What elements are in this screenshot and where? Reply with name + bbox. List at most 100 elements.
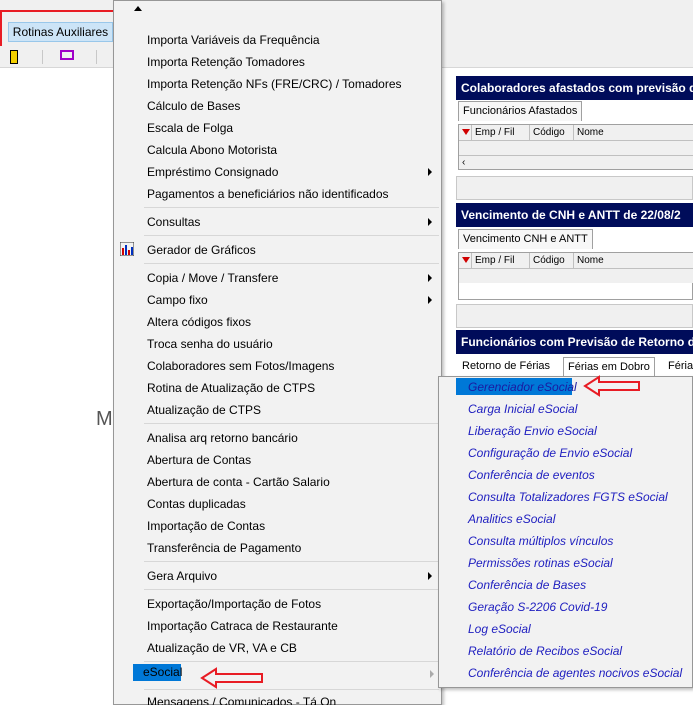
menu-item-importa-variaveis[interactable]: Importa Variáveis da Frequência xyxy=(114,29,441,51)
tab-funcionarios-afastados[interactable]: Funcionários Afastados xyxy=(458,101,583,121)
annotation-arrow-icon xyxy=(200,667,263,689)
submenu-item-gerenciador-esocial[interactable]: Gerenciador eSocial xyxy=(468,376,577,398)
menu-item-label: Importação de Contas xyxy=(147,519,266,533)
menu-item-label: Troca senha do usuário xyxy=(147,337,273,351)
submenu-item-configuracao-envio[interactable]: Configuração de Envio eSocial xyxy=(468,442,632,464)
panel-title-cnh: Vencimento de CNH e ANTT de 22/08/2 xyxy=(456,203,693,227)
menu-item-copia-move-transfere[interactable]: Copia / Move / Transfere xyxy=(114,267,441,289)
horizontal-scrollbar[interactable]: ‹ xyxy=(459,155,693,169)
menu-item-label: Escala de Folga xyxy=(147,121,234,135)
submenu-item-analitics[interactable]: Analitics eSocial xyxy=(468,508,555,530)
menu-item-mensagens-comunicados[interactable]: Mensagens / Comunicados - Tá On xyxy=(114,691,441,705)
submenu-item-consulta-totalizadores[interactable]: Consulta Totalizadores FGTS eSocial xyxy=(468,486,668,508)
column-header[interactable]: Nome xyxy=(573,125,693,140)
menu-item-label: Abertura de conta - Cartão Salario xyxy=(147,475,330,489)
menu-separator xyxy=(144,589,439,590)
menu-item-contas-duplicadas[interactable]: Contas duplicadas xyxy=(114,493,441,515)
column-header[interactable]: Emp / Fil xyxy=(471,253,529,268)
submenu-item-liberacao-envio[interactable]: Liberação Envio eSocial xyxy=(468,420,597,442)
menu-item-label: Mensagens / Comunicados - Tá On xyxy=(147,695,337,705)
menu-item-calculo-bases[interactable]: Cálculo de Bases xyxy=(114,95,441,117)
menu-item-rotina-atualizacao-ctps[interactable]: Rotina de Atualização de CTPS xyxy=(114,377,441,399)
menu-item-emprestimo-consignado[interactable]: Empréstimo Consignado xyxy=(114,161,441,183)
menu-item-atualizacao-vr-va-cb[interactable]: Atualização de VR, VA e CB xyxy=(114,637,441,659)
menu-item-label: Transferência de Pagamento xyxy=(147,541,302,555)
menu-item-campo-fixo[interactable]: Campo fixo xyxy=(114,289,441,311)
menu-item-escala-folga[interactable]: Escala de Folga xyxy=(114,117,441,139)
column-header[interactable]: Código xyxy=(529,125,573,140)
menu-item-label: Copia / Move / Transfere xyxy=(147,271,279,285)
menu-item-pagamentos-beneficiarios[interactable]: Pagamentos a beneficiários não identific… xyxy=(114,183,441,205)
submenu-item-consulta-multiplos-vinculos[interactable]: Consulta múltiplos vínculos xyxy=(468,530,613,552)
tab-retorno-ferias[interactable]: Retorno de Férias xyxy=(458,357,554,377)
monitor-icon[interactable] xyxy=(60,50,74,60)
submenu-item-geracao-s2206[interactable]: Geração S-2206 Covid-19 xyxy=(468,596,607,618)
toolbar-separator xyxy=(42,50,43,64)
menu-item-catraca-restaurante[interactable]: Importação Catraca de Restaurante xyxy=(114,615,441,637)
bar-chart-icon xyxy=(120,242,134,256)
annotation-arrow-icon xyxy=(583,375,640,397)
menu-item-troca-senha[interactable]: Troca senha do usuário xyxy=(114,333,441,355)
menu-item-label: Exportação/Importação de Fotos xyxy=(147,597,322,611)
menu-item-label: Importa Retenção NFs (FRE/CRC) / Tomador… xyxy=(147,77,402,91)
submenu-arrow-icon xyxy=(428,572,432,580)
menu-item-esocial[interactable]: eSocial xyxy=(133,664,182,681)
menu-item-abertura-conta-cartao[interactable]: Abertura de conta - Cartão Salario xyxy=(114,471,441,493)
scroll-up-icon[interactable] xyxy=(134,6,142,11)
column-header[interactable]: Código xyxy=(529,253,573,268)
menu-item-calcula-abono[interactable]: Calcula Abono Motorista xyxy=(114,139,441,161)
menu-item-abertura-contas[interactable]: Abertura de Contas xyxy=(114,449,441,471)
pencil-icon[interactable] xyxy=(10,50,18,64)
tab-ferias[interactable]: Féria xyxy=(664,357,693,377)
menu-item-exportacao-fotos[interactable]: Exportação/Importação de Fotos xyxy=(114,593,441,615)
menu-item-label: Analisa arq retorno bancário xyxy=(147,431,298,445)
menu-item-label: Consultas xyxy=(147,215,201,229)
menu-item-label: Colaboradores sem Fotos/Imagens xyxy=(147,359,335,373)
menu-separator xyxy=(144,263,439,264)
scroll-left-icon[interactable]: ‹ xyxy=(462,156,465,169)
menu-item-analisa-arq-retorno[interactable]: Analisa arq retorno bancário xyxy=(114,427,441,449)
sort-arrow-icon[interactable] xyxy=(462,129,470,135)
menu-item-importa-retencao-tomadores[interactable]: Importa Retenção Tomadores xyxy=(114,51,441,73)
menu-item-atualizacao-ctps[interactable]: Atualização de CTPS xyxy=(114,399,441,421)
grid-header: Emp / Fil Código Nome xyxy=(459,253,693,269)
menu-item-label: Atualização de CTPS xyxy=(147,403,262,417)
grid-cnh: Emp / Fil Código Nome xyxy=(458,252,693,300)
submenu-item-conferencia-agentes-nocivos[interactable]: Conferência de agentes nocivos eSocial xyxy=(468,662,682,684)
grid-afastados: Emp / Fil Código Nome ‹ xyxy=(458,124,693,170)
menu-item-transferencia-pagamento[interactable]: Transferência de Pagamento xyxy=(114,537,441,559)
submenu-arrow-icon xyxy=(428,218,432,226)
menu-item-label: Gera Arquivo xyxy=(147,569,218,583)
menu-item-label: Cálculo de Bases xyxy=(147,99,241,113)
menu-item-label: Pagamentos a beneficiários não identific… xyxy=(147,187,389,201)
menu-item-label: Altera códigos fixos xyxy=(147,315,252,329)
menu-item-gera-arquivo[interactable]: Gera Arquivo xyxy=(114,565,441,587)
submenu-item-conferencia-eventos[interactable]: Conferência de eventos xyxy=(468,464,595,486)
grid-empty-row xyxy=(459,141,693,155)
submenu-item-relatorio-recibos[interactable]: Relatório de Recibos eSocial xyxy=(468,640,622,662)
submenu-item-conferencia-bases[interactable]: Conferência de Bases xyxy=(468,574,586,596)
submenu-item-log-esocial[interactable]: Log eSocial xyxy=(468,618,531,640)
menu-item-altera-codigos[interactable]: Altera códigos fixos xyxy=(114,311,441,333)
menu-item-consultas[interactable]: Consultas xyxy=(114,211,441,233)
sort-arrow-icon[interactable] xyxy=(462,257,470,263)
menu-separator xyxy=(144,689,439,690)
grid-empty-row xyxy=(459,269,693,283)
menu-item-label: Contas duplicadas xyxy=(147,497,246,511)
menu-item-colaboradores-sem-fotos[interactable]: Colaboradores sem Fotos/Imagens xyxy=(114,355,441,377)
menu-item-label: Importa Retenção Tomadores xyxy=(147,55,305,69)
menu-separator xyxy=(144,561,439,562)
toolbar-separator xyxy=(96,50,97,64)
submenu-item-permissoes-rotinas[interactable]: Permissões rotinas eSocial xyxy=(468,552,613,574)
menu-item-importa-retencao-nfs[interactable]: Importa Retenção NFs (FRE/CRC) / Tomador… xyxy=(114,73,441,95)
tab-ferias-em-dobro[interactable]: Férias em Dobro xyxy=(563,357,655,377)
annotation-highlight-box xyxy=(0,10,126,50)
submenu-item-carga-inicial[interactable]: Carga Inicial eSocial xyxy=(468,398,577,420)
menu-item-label: Gerador de Gráficos xyxy=(147,243,256,257)
column-header[interactable]: Nome xyxy=(573,253,693,268)
panel-title-retorno: Funcionários com Previsão de Retorno de xyxy=(456,330,693,354)
menu-item-importacao-contas[interactable]: Importação de Contas xyxy=(114,515,441,537)
menu-item-gerador-graficos[interactable]: Gerador de Gráficos xyxy=(114,239,441,261)
tab-vencimento-cnh[interactable]: Vencimento CNH e ANTT xyxy=(458,229,593,249)
column-header[interactable]: Emp / Fil xyxy=(471,125,529,140)
